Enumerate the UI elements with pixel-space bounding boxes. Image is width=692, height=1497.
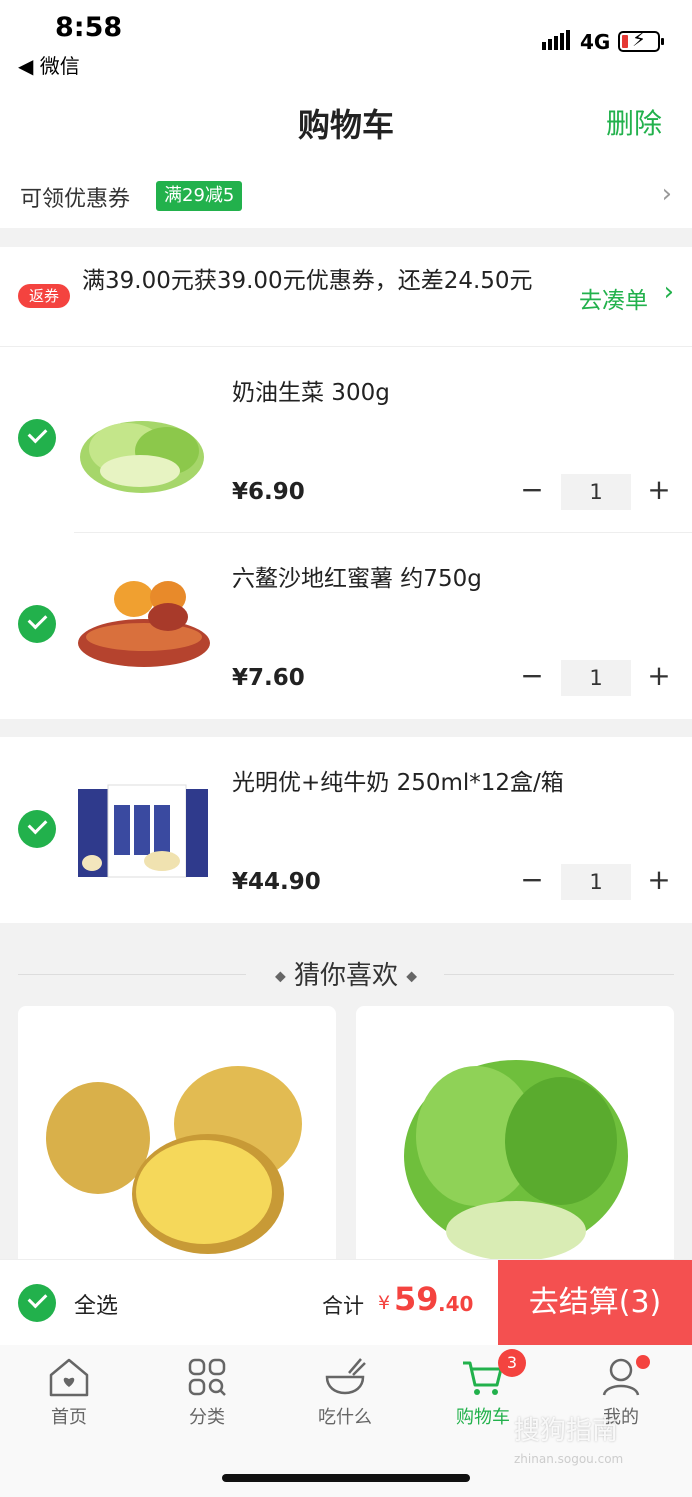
tab-label: 分类	[189, 1407, 225, 1428]
bowl-icon	[325, 1358, 366, 1395]
checkout-bar: 全选 合计 ¥ 59 .40 去结算(3)	[0, 1259, 692, 1346]
home-indicator	[222, 1474, 470, 1482]
notification-dot	[636, 1355, 650, 1369]
recommend-title: 猜你喜欢	[293, 961, 398, 991]
cart-group: 奶油生菜 300g ¥6.90 − 1 + 六鳌沙地红蜜薯 约750g ¥7.6…	[0, 347, 692, 719]
tab-what-to-eat[interactable]: 吃什么	[276, 1355, 414, 1429]
potato-image	[46, 1066, 302, 1254]
chevron-right-icon: ›	[663, 277, 674, 307]
promo-text: 满39.00元获39.00元优惠券，还差24.50元	[82, 268, 533, 294]
coupon-bar[interactable]: 可领优惠券 满29减5 ›	[0, 165, 692, 228]
milk-box-image	[78, 784, 208, 878]
cart-item: 奶油生菜 300g ¥6.90 − 1 +	[0, 347, 692, 533]
quantity-field[interactable]: 1	[561, 660, 631, 696]
sweet-potato-image	[78, 581, 210, 667]
tab-category[interactable]: 分类	[138, 1355, 276, 1429]
item-checkbox[interactable]	[18, 605, 56, 643]
select-all-label[interactable]: 全选	[74, 1288, 118, 1320]
network-type: 4G	[580, 30, 611, 54]
cart-item: 光明优+纯牛奶 250ml*12盒/箱 ¥44.90 − 1 +	[0, 737, 692, 923]
promo-badge: 返券	[18, 284, 70, 308]
recommend-header: ◆ 猜你喜欢 ◆	[18, 955, 674, 995]
cart-count-badge: 3	[498, 1349, 526, 1377]
coupon-label: 可领优惠券	[20, 187, 131, 212]
plus-button[interactable]: +	[644, 863, 674, 896]
total-currency: ¥	[378, 1292, 391, 1314]
status-bar: 8:58 ◀ 微信 4G ⚡	[0, 0, 692, 90]
item-name: 六鳌沙地红蜜薯 约750g	[232, 566, 482, 592]
watermark-url: zhinan.sogou.com	[514, 1452, 624, 1466]
romaine-lettuce-image	[404, 1060, 628, 1261]
plus-button[interactable]: +	[644, 659, 674, 692]
lettuce-image	[80, 421, 204, 493]
recommend-card[interactable]	[18, 1006, 336, 1286]
coupon-tag: 满29减5	[156, 181, 243, 211]
total-label: 合计	[322, 1294, 364, 1318]
watermark-text: 搜狗指南	[514, 1416, 619, 1446]
cart-item: 六鳌沙地红蜜薯 约750g ¥7.60 − 1 +	[0, 533, 692, 719]
cart-group: 光明优+纯牛奶 250ml*12盒/箱 ¥44.90 − 1 +	[0, 737, 692, 923]
signal-icon	[542, 30, 572, 50]
diamond-icon: ◆	[274, 968, 286, 985]
tab-label: 首页	[51, 1407, 87, 1428]
status-time: 8:58	[55, 12, 123, 43]
checkout-button[interactable]: 去结算(3)	[498, 1260, 692, 1346]
minus-button[interactable]: −	[517, 863, 547, 896]
quantity-field[interactable]: 1	[561, 864, 631, 900]
item-checkbox[interactable]	[18, 419, 56, 457]
tab-home[interactable]: 首页	[0, 1355, 138, 1429]
total-decimal: .40	[438, 1292, 474, 1316]
plus-button[interactable]: +	[644, 473, 674, 506]
tab-label: 吃什么	[318, 1407, 372, 1428]
item-name: 光明优+纯牛奶 250ml*12盒/箱	[232, 770, 564, 796]
item-price: ¥6.90	[232, 479, 305, 505]
item-price: ¥7.60	[232, 665, 305, 691]
promo-banner: 返券 满39.00元获39.00元优惠券，还差24.50元 去凑单 ›	[0, 247, 692, 347]
item-checkbox[interactable]	[18, 810, 56, 848]
back-to-wechat-link[interactable]: ◀ 微信	[18, 50, 80, 79]
nav-bar: 购物车 删除	[0, 90, 692, 165]
item-price: ¥44.90	[232, 869, 321, 895]
recommend-title-wrap: ◆ 猜你喜欢 ◆	[18, 955, 674, 992]
quantity-field[interactable]: 1	[561, 474, 631, 510]
home-icon	[49, 1358, 89, 1397]
add-more-link[interactable]: 去凑单	[579, 281, 648, 315]
diamond-icon: ◆	[406, 968, 418, 985]
recommend-card[interactable]	[356, 1006, 674, 1286]
minus-button[interactable]: −	[517, 659, 547, 692]
page-title: 购物车	[297, 106, 394, 144]
select-all-checkbox[interactable]	[18, 1284, 56, 1322]
battery-icon: ⚡	[618, 29, 664, 52]
total-amount: 59	[394, 1280, 439, 1318]
category-icon	[188, 1358, 226, 1396]
chevron-right-icon: ›	[661, 179, 672, 209]
item-name: 奶油生菜 300g	[232, 380, 390, 406]
delete-button[interactable]: 删除	[606, 102, 662, 142]
minus-button[interactable]: −	[517, 473, 547, 506]
